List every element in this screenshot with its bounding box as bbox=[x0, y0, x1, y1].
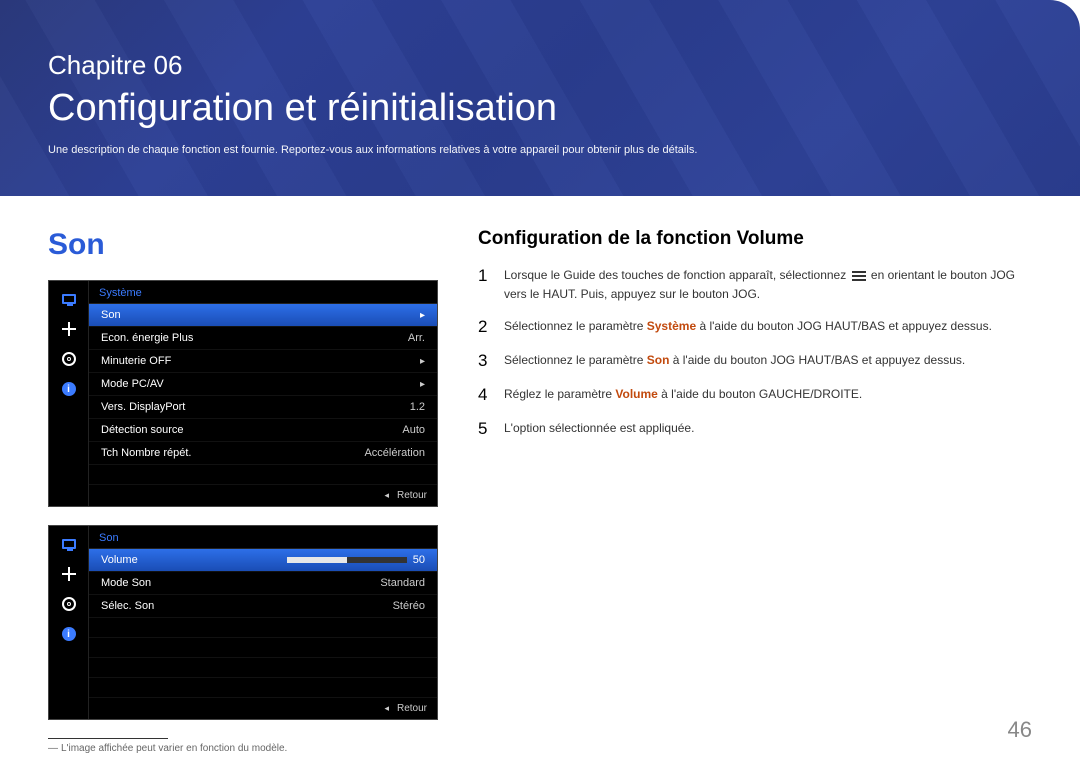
gear-icon bbox=[55, 347, 83, 371]
monitor-icon bbox=[55, 287, 83, 311]
volume-value: 50 bbox=[413, 554, 425, 566]
osd-row-label: Détection source bbox=[101, 424, 184, 436]
osd-system-panel: i Système Son Econ. énergie Plus Arr. Mi… bbox=[48, 280, 438, 507]
step-text: Lorsque le Guide des touches de fonction… bbox=[504, 266, 1032, 303]
step-number: 2 bbox=[478, 317, 492, 337]
step-keyword: Système bbox=[647, 319, 696, 333]
step-text: Sélectionnez le paramètre Son à l'aide d… bbox=[504, 351, 965, 370]
osd-row-son: Son bbox=[89, 304, 437, 327]
osd-row-value: Auto bbox=[402, 424, 425, 436]
gear-icon bbox=[55, 592, 83, 616]
step-number: 5 bbox=[478, 419, 492, 439]
subsection-title: Configuration de la fonction Volume bbox=[478, 228, 1032, 250]
step-number: 1 bbox=[478, 266, 492, 286]
chapter-label: Chapitre 06 bbox=[48, 50, 1032, 81]
osd-row-displayport: Vers. DisplayPort 1.2 bbox=[89, 396, 437, 419]
step-2: 2 Sélectionnez le paramètre Système à l'… bbox=[478, 317, 1032, 337]
step-pre: Réglez le paramètre bbox=[504, 387, 615, 401]
volume-slider bbox=[287, 557, 407, 563]
osd-row-label: Minuterie OFF bbox=[101, 355, 171, 367]
osd-row-value: Stéréo bbox=[393, 600, 425, 612]
steps-list: 1 Lorsque le Guide des touches de foncti… bbox=[478, 266, 1032, 439]
osd-row-volume: Volume 50 bbox=[89, 549, 437, 572]
osd-row-mode-pcav: Mode PC/AV bbox=[89, 373, 437, 396]
step-text: L'option sélectionnée est appliquée. bbox=[504, 419, 694, 438]
menu-icon bbox=[852, 271, 866, 281]
osd-row-detection: Détection source Auto bbox=[89, 419, 437, 442]
osd-row-label: Mode PC/AV bbox=[101, 378, 164, 390]
osd-row-value: 50 bbox=[287, 554, 425, 566]
osd-row-value: Accélération bbox=[364, 447, 425, 459]
step-pre: Sélectionnez le paramètre bbox=[504, 353, 647, 367]
chapter-header: Chapitre 06 Configuration et réinitialis… bbox=[0, 0, 1080, 196]
osd-son-panel: i Son Volume 50 Mode Son Standard bbox=[48, 525, 438, 720]
osd-row-label: Mode Son bbox=[101, 577, 151, 589]
osd-row-label: Son bbox=[101, 309, 121, 321]
step-post: à l'aide du bouton JOG HAUT/BAS et appuy… bbox=[669, 353, 965, 367]
move-icon bbox=[55, 317, 83, 341]
osd-sidebar: i bbox=[49, 281, 89, 506]
osd-footer: ◂ Retour bbox=[89, 485, 437, 506]
chapter-title: Configuration et réinitialisation bbox=[48, 87, 1032, 130]
osd-row-value: Standard bbox=[380, 577, 425, 589]
page-number: 46 bbox=[1008, 717, 1032, 743]
info-icon: i bbox=[55, 622, 83, 646]
right-column: Configuration de la fonction Volume 1 Lo… bbox=[478, 228, 1032, 754]
step-number: 4 bbox=[478, 385, 492, 405]
osd-row-label: Tch Nombre répét. bbox=[101, 447, 191, 459]
page-content: Son i Système Son Econ. énergie bbox=[0, 196, 1080, 784]
arrow-left-icon: ◂ bbox=[384, 703, 389, 714]
osd-row-selec-son: Sélec. Son Stéréo bbox=[89, 595, 437, 618]
step-keyword: Son bbox=[647, 353, 670, 367]
osd-row-label: Sélec. Son bbox=[101, 600, 154, 612]
footnote: ―L'image affichée peut varier en fonctio… bbox=[48, 743, 438, 754]
section-title: Son bbox=[48, 228, 438, 262]
info-icon: i bbox=[55, 377, 83, 401]
osd-header: Son bbox=[89, 526, 437, 549]
step-keyword: Volume bbox=[615, 387, 657, 401]
arrow-right-icon bbox=[420, 356, 425, 367]
step-3: 3 Sélectionnez le paramètre Son à l'aide… bbox=[478, 351, 1032, 371]
step-5: 5 L'option sélectionnée est appliquée. bbox=[478, 419, 1032, 439]
step-number: 3 bbox=[478, 351, 492, 371]
osd-header: Système bbox=[89, 281, 437, 304]
step-post: à l'aide du bouton GAUCHE/DROITE. bbox=[658, 387, 862, 401]
osd-row-label: Volume bbox=[101, 554, 138, 566]
step-4: 4 Réglez le paramètre Volume à l'aide du… bbox=[478, 385, 1032, 405]
arrow-left-icon: ◂ bbox=[384, 490, 389, 501]
footnote-rule bbox=[48, 738, 168, 739]
move-icon bbox=[55, 562, 83, 586]
step-text: Réglez le paramètre Volume à l'aide du b… bbox=[504, 385, 862, 404]
step-pre: Lorsque le Guide des touches de fonction… bbox=[504, 268, 850, 282]
step-text: Sélectionnez le paramètre Système à l'ai… bbox=[504, 317, 992, 336]
arrow-right-icon bbox=[420, 379, 425, 390]
osd-sidebar: i bbox=[49, 526, 89, 719]
step-pre: L'option sélectionnée est appliquée. bbox=[504, 421, 694, 435]
osd-row-mode-son: Mode Son Standard bbox=[89, 572, 437, 595]
osd-footer-label: Retour bbox=[397, 490, 427, 501]
footnote-text: L'image affichée peut varier en fonction… bbox=[61, 743, 287, 754]
monitor-icon bbox=[55, 532, 83, 556]
step-post: à l'aide du bouton JOG HAUT/BAS et appuy… bbox=[696, 319, 992, 333]
osd-row-label: Econ. énergie Plus bbox=[101, 332, 193, 344]
step-1: 1 Lorsque le Guide des touches de foncti… bbox=[478, 266, 1032, 303]
arrow-right-icon bbox=[420, 310, 425, 321]
osd-row-minuterie: Minuterie OFF bbox=[89, 350, 437, 373]
osd-row-value: 1.2 bbox=[410, 401, 425, 413]
step-pre: Sélectionnez le paramètre bbox=[504, 319, 647, 333]
osd-footer: ◂ Retour bbox=[89, 698, 437, 719]
chapter-desc: Une description de chaque fonction est f… bbox=[48, 144, 1032, 156]
osd-row-label: Vers. DisplayPort bbox=[101, 401, 185, 413]
left-column: Son i Système Son Econ. énergie bbox=[48, 228, 438, 754]
osd-row-econ: Econ. énergie Plus Arr. bbox=[89, 327, 437, 350]
osd-row-tch: Tch Nombre répét. Accélération bbox=[89, 442, 437, 465]
osd-footer-label: Retour bbox=[397, 703, 427, 714]
osd-row-value: Arr. bbox=[408, 332, 425, 344]
